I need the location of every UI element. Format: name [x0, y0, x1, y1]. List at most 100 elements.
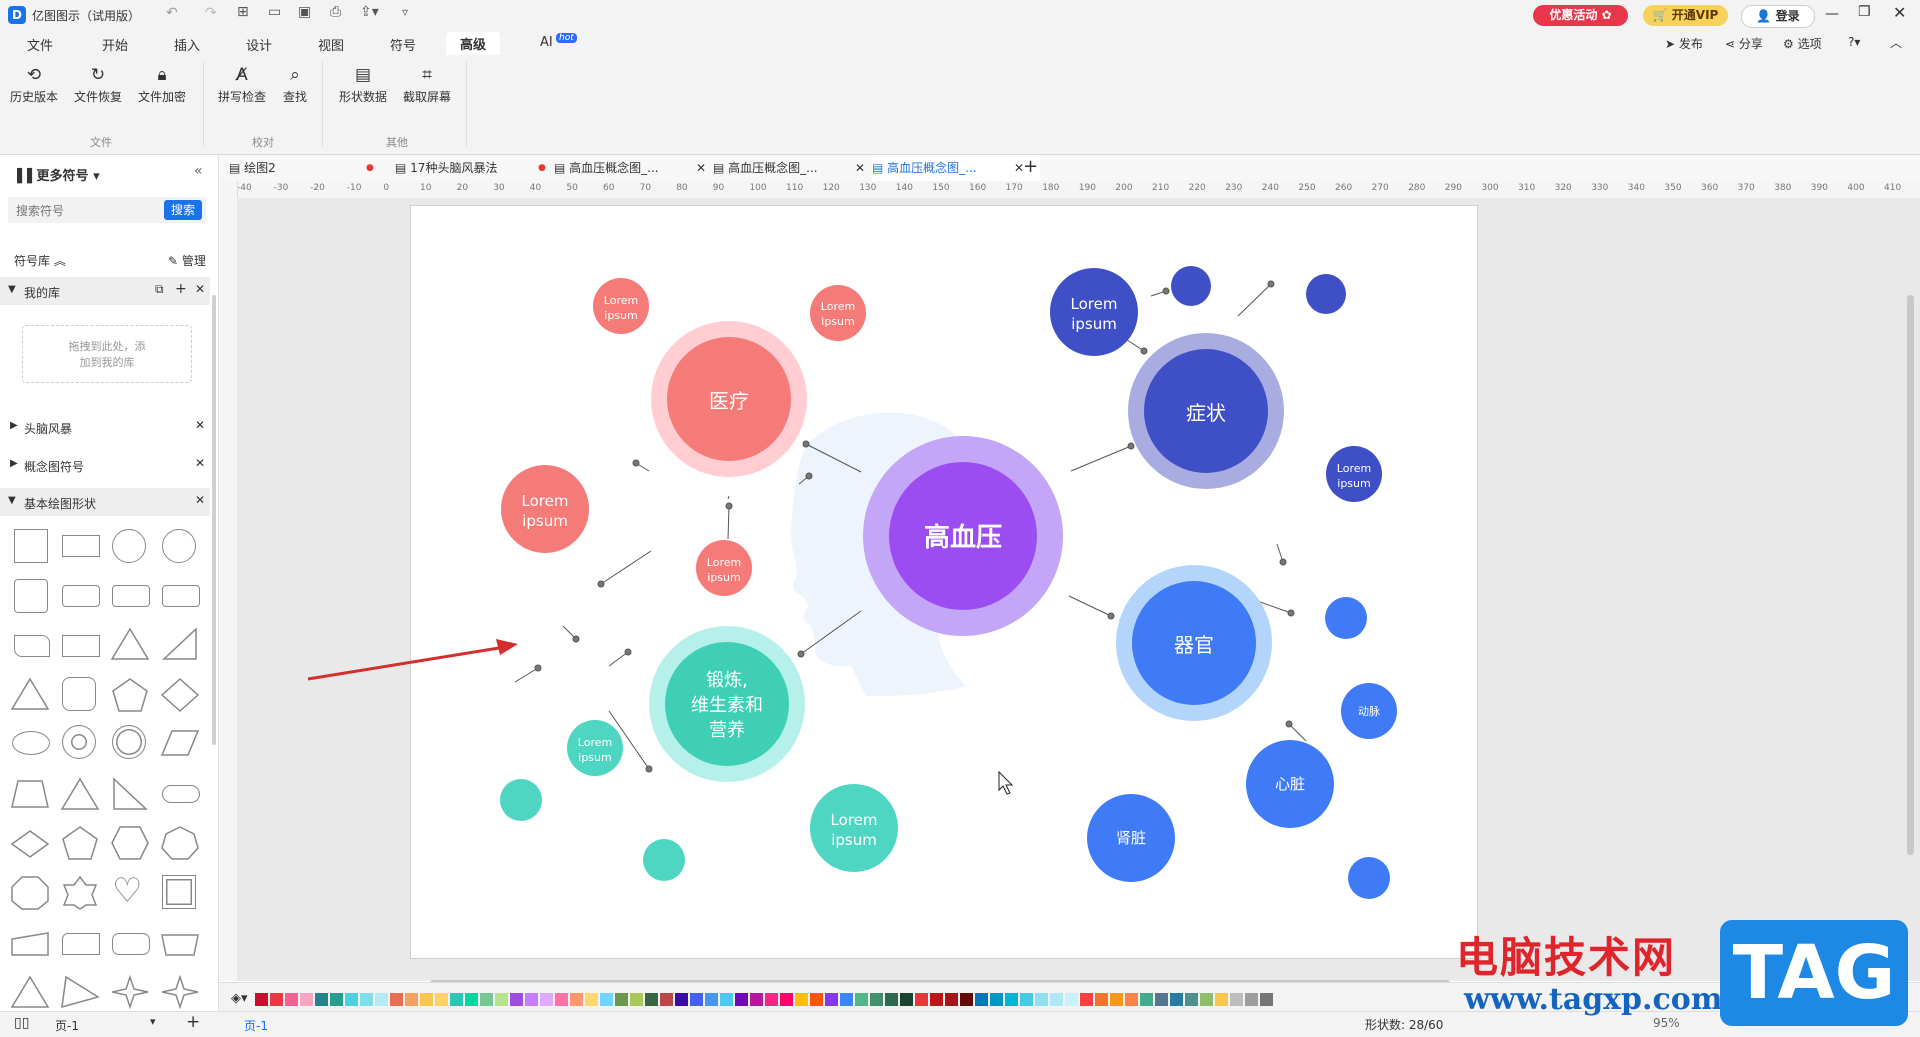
- menu-view[interactable]: 视图: [318, 35, 344, 54]
- color-swatch[interactable]: [675, 993, 688, 1006]
- menu-symbol[interactable]: 符号: [390, 35, 416, 54]
- color-swatch[interactable]: [1020, 993, 1033, 1006]
- color-swatch[interactable]: [660, 993, 673, 1006]
- library-label[interactable]: 符号库 ︽: [14, 252, 66, 269]
- color-swatch[interactable]: [885, 993, 898, 1006]
- drop-zone[interactable]: 拖拽到此处，添 加到我的库: [22, 325, 192, 383]
- save-icon[interactable]: ▣: [298, 4, 311, 20]
- my-library-row[interactable]: ▼ 我的库 ⧉ + ✕: [0, 277, 210, 305]
- color-swatch[interactable]: [270, 993, 283, 1006]
- symbol-search-input[interactable]: [14, 201, 158, 221]
- add-icon[interactable]: +: [175, 281, 187, 297]
- sidebar-title[interactable]: ▐▐ 更多符号 ▾: [12, 165, 100, 184]
- shape-pentagon[interactable]: [110, 677, 150, 713]
- color-swatch[interactable]: [960, 993, 973, 1006]
- color-swatch[interactable]: [975, 993, 988, 1006]
- shape-diamond-2[interactable]: [10, 827, 50, 861]
- close-icon[interactable]: ✕: [195, 456, 205, 470]
- color-swatch[interactable]: [900, 993, 913, 1006]
- menu-file[interactable]: 文件: [27, 35, 53, 54]
- shape-circle[interactable]: [112, 529, 146, 563]
- file-restore-button[interactable]: ↻ 文件恢复: [72, 64, 124, 105]
- spellcheck-button[interactable]: A̸ 拼写检查: [216, 64, 268, 105]
- color-swatch[interactable]: [1110, 993, 1123, 1006]
- shape-star-shape[interactable]: [60, 875, 100, 911]
- color-swatch[interactable]: [1095, 993, 1108, 1006]
- color-swatch[interactable]: [450, 993, 463, 1006]
- shape-octagon-round[interactable]: [62, 677, 96, 711]
- color-swatch[interactable]: [840, 993, 853, 1006]
- close-icon[interactable]: ✕: [195, 418, 205, 432]
- shape-rounded-rect-2[interactable]: [112, 585, 150, 607]
- color-swatch[interactable]: [735, 993, 748, 1006]
- color-swatch[interactable]: [630, 993, 643, 1006]
- shape-frame[interactable]: [62, 635, 100, 657]
- find-button[interactable]: ⌕ 查找: [278, 64, 312, 105]
- shape-snip-corner[interactable]: [62, 933, 100, 955]
- color-swatch[interactable]: [540, 993, 553, 1006]
- color-swatch[interactable]: [1035, 993, 1048, 1006]
- collapse-ribbon-icon[interactable]: ︿: [1890, 34, 1902, 51]
- restore-window-icon[interactable]: ❐: [1858, 4, 1871, 20]
- color-swatch[interactable]: [1080, 993, 1093, 1006]
- redo-icon[interactable]: ↷: [205, 5, 217, 21]
- menu-insert[interactable]: 插入: [174, 35, 200, 54]
- color-swatch[interactable]: [570, 993, 583, 1006]
- color-swatch[interactable]: [495, 993, 508, 1006]
- new-file-icon[interactable]: ⊞: [237, 4, 249, 20]
- color-swatch[interactable]: [915, 993, 928, 1006]
- color-swatch[interactable]: [1065, 993, 1078, 1006]
- color-swatch[interactable]: [600, 993, 613, 1006]
- collapse-sidebar-icon[interactable]: «: [194, 163, 203, 179]
- canvas-page[interactable]: 高血压 医疗 Lorem ipsum Lorem ipsum Lorem ips…: [410, 205, 1478, 959]
- color-swatch[interactable]: [990, 993, 1003, 1006]
- color-swatch[interactable]: [615, 993, 628, 1006]
- shape-rectangle[interactable]: [62, 535, 100, 557]
- shape-rounded-rect[interactable]: [62, 585, 100, 607]
- category-brainstorm[interactable]: ▶ 头脑风暴 ✕: [0, 413, 210, 441]
- shape-diamond[interactable]: [160, 677, 200, 713]
- shape-heart[interactable]: ♡: [112, 873, 142, 909]
- import-icon[interactable]: ⧉: [155, 282, 164, 297]
- shape-ring[interactable]: [112, 725, 146, 759]
- shape-rounded-rect-3[interactable]: [162, 585, 200, 607]
- tab-concept-3[interactable]: ▤ 高血压概念图_... ✕: [872, 155, 1040, 181]
- color-swatch[interactable]: [1155, 993, 1168, 1006]
- file-encrypt-button[interactable]: 🔒︎ 文件加密: [136, 64, 188, 105]
- color-swatch[interactable]: [255, 993, 268, 1006]
- color-swatch[interactable]: [780, 993, 793, 1006]
- color-swatch[interactable]: [420, 993, 433, 1006]
- tab-drawing2[interactable]: ▤ 绘图2 ●: [229, 155, 397, 181]
- print-icon[interactable]: ⎙: [330, 4, 341, 20]
- color-swatch[interactable]: [585, 993, 598, 1006]
- promo-button[interactable]: 优惠活动 ✿: [1533, 5, 1628, 26]
- shape-pentagon-2[interactable]: [60, 825, 100, 861]
- category-basic-shapes[interactable]: ▼ 基本绘图形状 ✕: [0, 488, 210, 516]
- share-button[interactable]: ⋖ 分享: [1725, 35, 1763, 52]
- shape-parallelogram[interactable]: [160, 729, 200, 757]
- color-swatch[interactable]: [405, 993, 418, 1006]
- chevron-down-icon[interactable]: ▾: [150, 1015, 156, 1028]
- sidebar-scrollbar[interactable]: [212, 295, 216, 745]
- tab-concept-1[interactable]: ▤ 高血压概念图_... ✕: [554, 155, 722, 181]
- close-tab-icon[interactable]: ✕: [696, 155, 706, 181]
- shape-heptagon[interactable]: [160, 825, 200, 861]
- color-swatch[interactable]: [300, 993, 313, 1006]
- close-window-icon[interactable]: ✕: [1893, 3, 1906, 22]
- color-swatch[interactable]: [750, 993, 763, 1006]
- menu-advanced[interactable]: 高级: [446, 32, 501, 55]
- vip-button[interactable]: 🛒 开通VIP: [1643, 5, 1728, 26]
- vertical-scrollbar[interactable]: [1907, 295, 1914, 855]
- shape-rounded-rect-4[interactable]: [112, 933, 150, 955]
- color-swatch[interactable]: [375, 993, 388, 1006]
- color-swatch[interactable]: [1005, 993, 1018, 1006]
- color-swatch[interactable]: [1185, 993, 1198, 1006]
- tab-concept-2[interactable]: ▤ 高血压概念图_... ✕: [713, 155, 881, 181]
- shape-circle-2[interactable]: [162, 529, 196, 563]
- login-button[interactable]: 👤 登录: [1741, 5, 1815, 28]
- add-tab-icon[interactable]: +: [1023, 156, 1038, 177]
- manage-button[interactable]: ✎ 管理: [168, 252, 206, 269]
- close-icon[interactable]: ✕: [195, 282, 205, 296]
- publish-button[interactable]: ➤ 发布: [1665, 35, 1703, 52]
- help-icon[interactable]: ?▾: [1848, 35, 1860, 49]
